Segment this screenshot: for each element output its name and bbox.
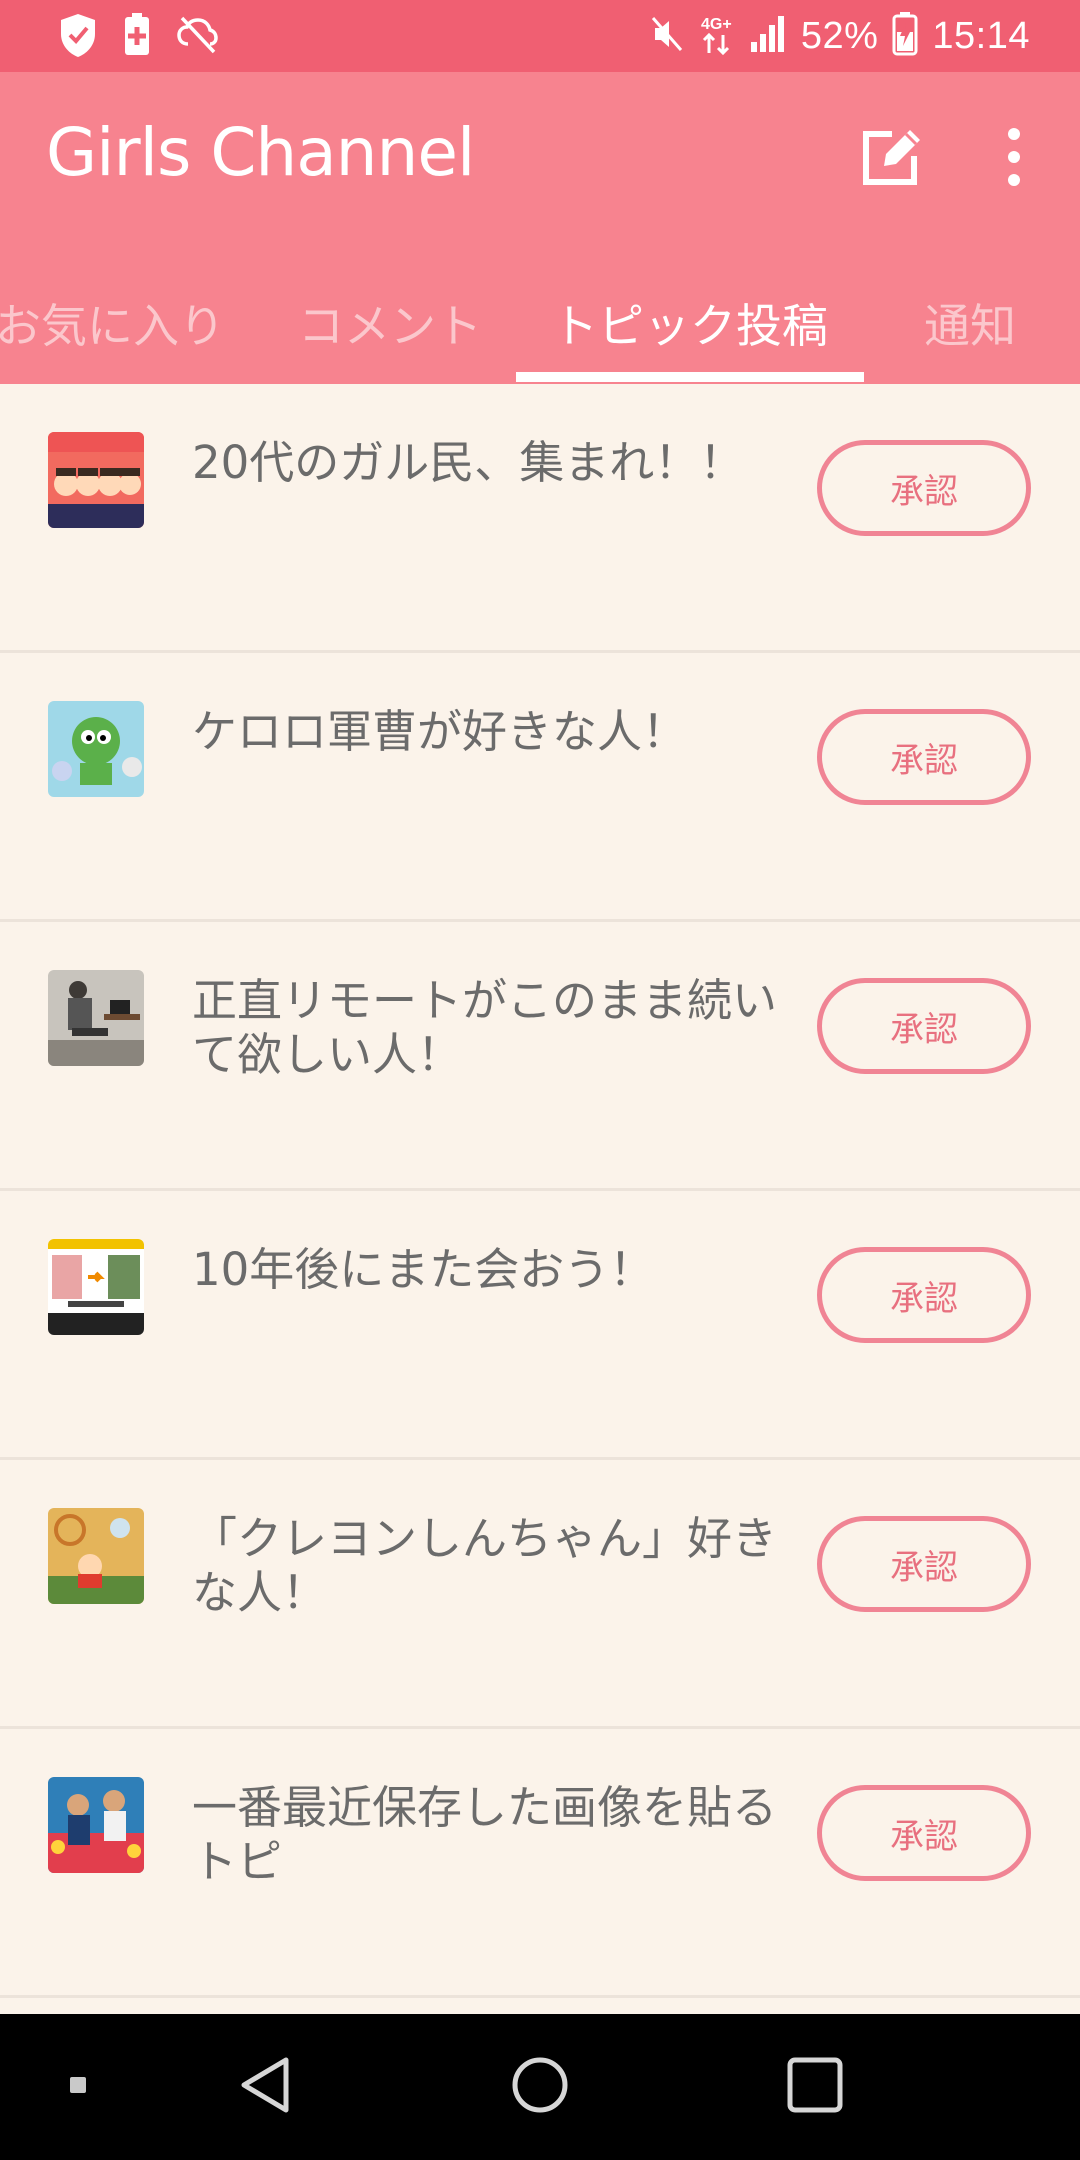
- approve-button[interactable]: 承認: [817, 1516, 1031, 1612]
- topic-title: 正直リモートがこのまま続いて欲しい人！: [192, 974, 778, 1081]
- edit-icon: [858, 130, 924, 194]
- status-left: [58, 12, 218, 62]
- overview-icon: [787, 2057, 843, 2117]
- list-item[interactable]: ケロロ軍曹が好きな人！ 承認: [0, 653, 1080, 922]
- home-button[interactable]: [500, 2014, 580, 2160]
- navigation-bar: [0, 2014, 1080, 2160]
- topic-title: ケロロ軍曹が好きな人！: [192, 705, 688, 758]
- home-icon: [511, 2056, 569, 2118]
- topic-thumbnail: [48, 970, 144, 1066]
- clock: 15:14: [932, 14, 1030, 57]
- svg-text:4G+: 4G+: [701, 16, 732, 33]
- list-item[interactable]: 20代のガル民、集まれ！！ 承認: [0, 384, 1080, 653]
- approve-button[interactable]: 承認: [817, 709, 1031, 805]
- status-bar: 4G+ 52% 15:14: [0, 0, 1080, 72]
- topic-list: 20代のガル民、集まれ！！ 承認 ケロロ軍曹が好きな人！ 承認 正直リモートがこ…: [0, 384, 1080, 1998]
- approve-button[interactable]: 承認: [817, 978, 1031, 1074]
- list-item[interactable]: 正直リモートがこのまま続いて欲しい人！ 承認: [0, 922, 1080, 1191]
- tab-indicator: [516, 372, 864, 382]
- topic-thumbnail: [48, 701, 144, 797]
- topic-title: 20代のガル民、集まれ！！: [192, 436, 745, 489]
- sync-off-icon: [176, 14, 218, 60]
- tab-bar: お気に入り コメント トピック投稿 通知: [0, 262, 1080, 384]
- app-bar: Girls Channel お気に入り コメント トピック投稿 通知: [0, 72, 1080, 384]
- app-title: Girls Channel: [46, 114, 475, 191]
- signal-icon: [749, 14, 787, 58]
- approve-button[interactable]: 承認: [817, 440, 1031, 536]
- more-vert-icon: [994, 128, 1034, 194]
- battery-percent: 52%: [800, 14, 879, 57]
- more-options-button[interactable]: [994, 124, 1034, 190]
- battery-saver-icon: [124, 13, 150, 61]
- approve-button[interactable]: 承認: [817, 1247, 1031, 1343]
- tab-favorites[interactable]: お気に入り: [0, 262, 260, 384]
- recent-dot-icon: [69, 2076, 87, 2098]
- tab-comments[interactable]: コメント: [290, 262, 490, 384]
- approve-button[interactable]: 承認: [817, 1785, 1031, 1881]
- tab-notifications[interactable]: 通知: [900, 262, 1040, 384]
- list-item[interactable]: 10年後にまた会おう！ 承認: [0, 1191, 1080, 1460]
- shield-icon: [58, 12, 98, 62]
- topic-title: 「クレヨンしんちゃん」好きな人！: [192, 1512, 778, 1619]
- overview-button[interactable]: [780, 2014, 850, 2160]
- screen: 4G+ 52% 15:14 Girls Channel お気に入り コメント ト…: [0, 0, 1080, 2160]
- topic-thumbnail: [48, 1508, 144, 1604]
- topic-title: 10年後にまた会おう！: [192, 1243, 655, 1296]
- topic-thumbnail: [48, 432, 144, 528]
- back-icon: [238, 2056, 292, 2118]
- topic-thumbnail: [48, 1239, 144, 1335]
- tab-topic-posts[interactable]: トピック投稿: [517, 262, 863, 384]
- network-4g-icon: 4G+: [699, 13, 735, 59]
- recent-dot-button[interactable]: [62, 2014, 94, 2160]
- topic-title: 一番最近保存した画像を貼るトピ: [192, 1781, 778, 1888]
- status-right: 4G+ 52% 15:14: [651, 0, 1030, 72]
- mute-icon: [651, 16, 685, 56]
- list-item[interactable]: 一番最近保存した画像を貼るトピ 承認: [0, 1729, 1080, 1998]
- battery-icon: [892, 12, 918, 60]
- back-button[interactable]: [230, 2014, 300, 2160]
- edit-button[interactable]: [858, 124, 924, 190]
- topic-thumbnail: [48, 1777, 144, 1873]
- list-item[interactable]: 「クレヨンしんちゃん」好きな人！ 承認: [0, 1460, 1080, 1729]
